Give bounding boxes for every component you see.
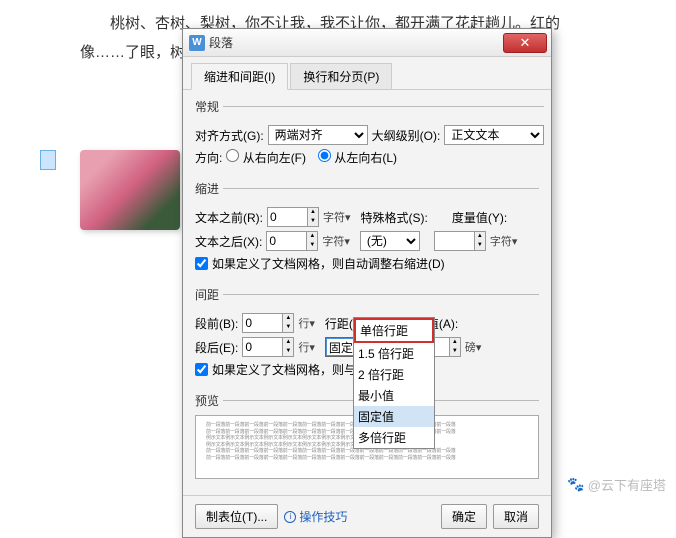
autogrid-checkbox[interactable] [195, 257, 208, 270]
page-icon [40, 150, 56, 170]
paragraph-dialog: W 段落 ✕ 缩进和间距(I) 换行和分页(P) 常规 对齐方式(G): 两端对… [182, 28, 552, 538]
tab-line-page-breaks[interactable]: 换行和分页(P) [290, 63, 392, 89]
setvalue-unit-dropdown[interactable]: 磅▾ [465, 339, 482, 355]
indent-legend: 缩进 [195, 180, 223, 197]
spacing-legend: 间距 [195, 286, 223, 303]
dialog-footer: 制表位(T)... i操作技巧 确定 取消 [183, 495, 551, 537]
general-legend: 常规 [195, 98, 223, 115]
tab-indent-spacing[interactable]: 缩进和间距(I) [191, 63, 288, 90]
ok-button[interactable]: 确定 [441, 504, 487, 529]
dd-option-atleast[interactable]: 最小值 [354, 385, 434, 406]
dd-option-double[interactable]: 2 倍行距 [354, 364, 434, 385]
space-after-label: 段后(E): [195, 339, 238, 356]
space-before-unit-dropdown[interactable]: 行▾ [298, 315, 315, 331]
info-icon: i [284, 511, 296, 523]
special-format-label: 特殊格式(S): [361, 209, 428, 226]
outline-label: 大纲级别(O): [372, 127, 441, 144]
autogrid-label: 如果定义了文档网格，则自动调整右缩进(D) [212, 255, 445, 272]
alignment-label: 对齐方式(G): [195, 127, 264, 144]
dd-option-single[interactable]: 单倍行距 [354, 318, 434, 343]
direction-ltr-radio[interactable]: 从左向右(L) [318, 149, 397, 166]
metric-unit-dropdown[interactable]: 字符▾ [490, 233, 518, 249]
indent-before-label: 文本之前(R): [195, 209, 263, 226]
dialog-body: 常规 对齐方式(G): 两端对齐 大纲级别(O): 正文文本 方向: 从右向左(… [183, 90, 551, 495]
space-before-label: 段前(B): [195, 315, 238, 332]
tab-strip: 缩进和间距(I) 换行和分页(P) [183, 57, 551, 90]
titlebar: W 段落 ✕ [183, 29, 551, 57]
linespacing-dropdown-list: 单倍行距 1.5 倍行距 2 倍行距 最小值 固定值 多倍行距 [353, 317, 435, 449]
dd-option-onehalf[interactable]: 1.5 倍行距 [354, 343, 434, 364]
space-after-unit-dropdown[interactable]: 行▾ [298, 339, 315, 355]
indent-after-spinner[interactable]: ▲▼ [266, 231, 318, 251]
dd-option-exactly[interactable]: 固定值 [354, 406, 434, 427]
dialog-title: 段落 [209, 34, 503, 51]
app-logo-icon: W [189, 35, 205, 51]
space-before-spinner[interactable]: ▲▼ [242, 313, 294, 333]
dd-option-multiple[interactable]: 多倍行距 [354, 427, 434, 448]
outline-select[interactable]: 正文文本 [444, 125, 544, 145]
alignment-select[interactable]: 两端对齐 [268, 125, 368, 145]
flower-image [80, 150, 180, 230]
tabstops-button[interactable]: 制表位(T)... [195, 504, 278, 529]
direction-rtl-radio[interactable]: 从右向左(F) [226, 149, 306, 166]
indent-before-spinner[interactable]: ▲▼ [267, 207, 319, 227]
general-group: 常规 对齐方式(G): 两端对齐 大纲级别(O): 正文文本 方向: 从右向左(… [195, 98, 544, 172]
close-button[interactable]: ✕ [503, 33, 547, 53]
indent-after-unit-dropdown[interactable]: 字符▾ [322, 233, 350, 249]
watermark: 🐾 @云下有座塔 [567, 475, 666, 494]
metric-spinner[interactable]: ▲▼ [434, 231, 486, 251]
paw-icon: 🐾 [567, 476, 584, 493]
cancel-button[interactable]: 取消 [493, 504, 539, 529]
gridspacing-checkbox[interactable] [195, 363, 208, 376]
indent-before-unit-dropdown[interactable]: 字符▾ [323, 209, 351, 225]
indent-group: 缩进 文本之前(R): ▲▼ 字符▾ 特殊格式(S): 度量值(Y): 文本之后… [195, 180, 539, 278]
space-after-spinner[interactable]: ▲▼ [242, 337, 294, 357]
tips-link[interactable]: i操作技巧 [284, 508, 347, 525]
metric-label: 度量值(Y): [452, 209, 507, 226]
direction-label: 方向: [195, 149, 222, 166]
indent-after-label: 文本之后(X): [195, 233, 262, 250]
preview-legend: 预览 [195, 392, 223, 409]
special-format-select[interactable]: (无) [360, 231, 420, 251]
